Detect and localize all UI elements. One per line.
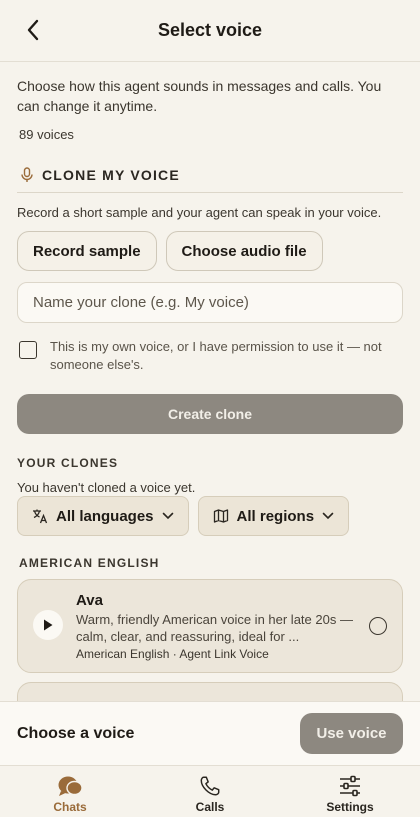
clone-description: Record a short sample and your agent can… (17, 205, 382, 220)
map-icon (213, 509, 228, 523)
clone-name-input[interactable] (17, 282, 403, 323)
choose-audio-file-button[interactable]: Choose audio file (165, 231, 323, 271)
voice-group-header: AMERICAN ENGLISH (19, 556, 160, 570)
page-title: Select voice (157, 20, 263, 40)
translate-icon (33, 509, 48, 524)
voice-meta: American English · Agent Link Voice (76, 647, 269, 661)
play-icon (44, 619, 53, 631)
consent-text: This is my own voice, or I have permissi… (50, 339, 382, 372)
divider (17, 192, 403, 193)
chevron-left-icon (27, 19, 39, 41)
voice-count: 89 voices (19, 127, 74, 142)
voice-select-radio[interactable] (369, 617, 387, 635)
language-filter-label: All languages (56, 507, 154, 525)
your-clones-header: YOUR CLONES (17, 456, 119, 470)
chat-bubbles-icon (58, 776, 83, 796)
choose-voice-label: Choose a voice (17, 724, 135, 742)
voice-card-ava[interactable]: Ava Warm, friendly American voice in her… (17, 579, 403, 673)
chevron-down-icon (322, 512, 334, 520)
tab-bar: Chats Calls Settings (0, 765, 420, 817)
create-clone-button[interactable]: Create clone (17, 394, 403, 434)
clone-section-header: CLONE MY VOICE (17, 167, 403, 183)
voice-description: Warm, friendly American voice in her lat… (76, 612, 353, 644)
back-button[interactable] (18, 15, 48, 45)
intro-text: Choose how this agent sounds in messages… (17, 78, 382, 114)
microphone-icon (21, 167, 33, 182)
no-clones-text: You haven't cloned a voice yet. (17, 480, 196, 495)
play-preview-button[interactable] (33, 610, 63, 640)
region-filter-button[interactable]: All regions (197, 496, 350, 536)
phone-icon (200, 776, 220, 796)
tab-chats[interactable]: Chats (0, 766, 140, 817)
region-filter-label: All regions (236, 507, 315, 525)
section-title: CLONE MY VOICE (42, 167, 180, 183)
tab-label: Chats (53, 800, 87, 814)
sliders-icon (340, 775, 360, 797)
tab-label: Settings (326, 800, 374, 814)
voice-card-next[interactable] (17, 682, 403, 701)
use-voice-button[interactable]: Use voice (300, 713, 403, 754)
voice-name: Ava (76, 592, 103, 609)
tab-settings[interactable]: Settings (280, 766, 420, 817)
consent-row: This is my own voice, or I have permissi… (17, 338, 403, 374)
main-content[interactable]: Choose how this agent sounds in messages… (0, 63, 420, 701)
selection-footer: Choose a voice Use voice (0, 701, 420, 765)
chevron-down-icon (162, 512, 173, 520)
tab-label: Calls (195, 800, 225, 814)
clone-actions: Record sample Choose audio file (17, 231, 403, 271)
tab-calls[interactable]: Calls (140, 766, 280, 817)
record-sample-button[interactable]: Record sample (17, 231, 157, 271)
top-bar: Select voice (0, 0, 420, 62)
filter-row: All languages All regions (17, 496, 403, 536)
consent-checkbox[interactable] (19, 341, 37, 359)
language-filter-button[interactable]: All languages (17, 496, 189, 536)
